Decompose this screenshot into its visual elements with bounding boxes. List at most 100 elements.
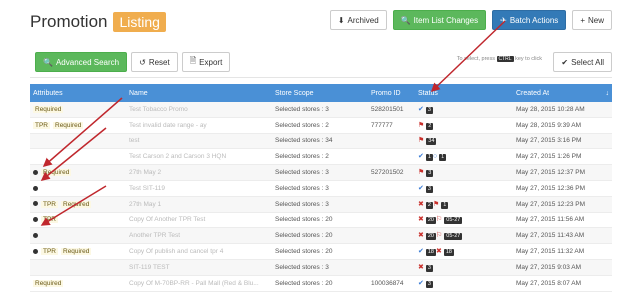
selected-dot-icon (33, 248, 38, 254)
batch-actions-button[interactable]: ✈ Batch Actions (492, 10, 567, 30)
table-row[interactable]: TPR Required Copy Of publish and cancel tp… (30, 243, 612, 260)
archived-label: Archived (347, 15, 379, 25)
status-cell: ✔ 3 (415, 102, 513, 118)
table-row[interactable]: test Selected stores : 34 ⚑ 34 May 27, 2015 … (30, 133, 612, 150)
attributes-cell (30, 133, 126, 150)
table-row[interactable]: Test Carson 2 and Carson 3 HQN Selected s… (30, 148, 612, 166)
advanced-search-button[interactable]: 🔍 Advanced Search (35, 52, 128, 72)
promo-id-cell (368, 180, 415, 197)
count-badge: 2 (425, 201, 433, 209)
store-scope-cell: Selected stores : 34 (272, 133, 368, 150)
created-at-cell: May 27, 2015 3:16 PM (513, 133, 612, 150)
name-cell: Another TPR Test (126, 227, 272, 245)
selected-dot-icon (33, 201, 38, 207)
flag-icon: ⚑ (418, 121, 425, 129)
cross-icon: ✖ (418, 263, 424, 271)
selected-dot-icon (33, 169, 38, 175)
promo-id-cell (368, 212, 415, 229)
send-icon: ✈ (500, 15, 507, 25)
promo-id-cell: 527201502 (368, 164, 415, 181)
divider (30, 77, 612, 78)
count-badge: 1 (439, 154, 447, 162)
advanced-search-label: Advanced Search (55, 57, 120, 67)
archived-button[interactable]: ⬇ Archived (329, 10, 387, 30)
sort-icon[interactable]: ↓ (606, 90, 610, 97)
table-row[interactable]: Required 27th May 2 Selected stores : 3 527… (30, 164, 612, 181)
attribute-tag: Required (53, 121, 84, 129)
attributes-cell: TPR Required (30, 243, 126, 260)
export-label: Export (199, 57, 223, 67)
created-at-cell: May 27, 2015 12:37 PM (513, 164, 612, 181)
search-icon: 🔍 (400, 15, 411, 25)
count-badge: 3 (425, 106, 433, 114)
table-row[interactable]: Test SIT-119 Selected stores : 3 ✔ 3 May 27,… (30, 180, 612, 197)
store-scope-cell: Selected stores : 3 (272, 180, 368, 197)
cross-icon: ✖ (418, 232, 424, 240)
table-row[interactable]: Another TPR Test Selected stores : 20 ✖ 20 ⚐… (30, 227, 612, 245)
count-badge: 1 (425, 154, 433, 162)
count-badge: 3 (425, 185, 433, 193)
selection-hint: To select, press CTRL key to click (457, 56, 542, 62)
promo-id-cell (368, 148, 415, 166)
crossed-flag-icon: ⚐ (436, 216, 443, 224)
check-icon: ✔ (561, 57, 569, 67)
select-all-button[interactable]: ✔ Select All (553, 52, 612, 72)
table-row[interactable]: SIT-119 TEST Selected stores : 3 ✖ 3 May 27,… (30, 259, 612, 276)
store-scope-cell: Selected stores : 3 (272, 102, 368, 118)
attribute-tag: Required (41, 169, 72, 177)
table-row[interactable]: TPR Required Test invalid date range - ay S… (30, 117, 612, 134)
store-scope-cell: Selected stores : 2 (272, 117, 368, 134)
table-row[interactable]: TPR Copy Of Another TPR Test Selected stor… (30, 212, 612, 229)
promo-id-cell (368, 259, 415, 276)
column-header-name[interactable]: Name (126, 84, 272, 102)
attributes-cell (30, 180, 126, 197)
selected-dot-icon (33, 233, 38, 239)
item-list-changes-button[interactable]: 🔍 Item List Changes (392, 10, 487, 30)
status-cell: ⚑ 3 (415, 164, 513, 181)
created-at-cell: May 27, 2015 11:56 AM (513, 212, 612, 229)
circle-icon: ○ (432, 153, 438, 161)
cross-icon: ✖ (418, 200, 424, 208)
name-cell: Copy Of publish and cancel tpr 4 (126, 243, 272, 260)
reset-label: Reset (148, 57, 170, 67)
name-cell: Test Carson 2 and Carson 3 HQN (126, 148, 272, 166)
reset-button[interactable]: ↺ Reset (131, 52, 178, 72)
attributes-cell: Required (30, 102, 126, 118)
flag-icon: ⚑ (418, 169, 425, 177)
check-icon: ✔ (418, 153, 424, 161)
name-cell: Test invalid date range - ay (126, 117, 272, 134)
store-scope-cell: Selected stores : 20 (272, 243, 368, 260)
new-label: New (587, 15, 604, 25)
column-header-created-at[interactable]: Created At ↓ (513, 84, 612, 102)
page-header: Promotion Listing (30, 10, 166, 34)
hint-post: key to click (515, 56, 542, 62)
batch-actions-label: Batch Actions (509, 15, 559, 25)
new-button[interactable]: + New (572, 10, 612, 30)
attributes-cell (30, 259, 126, 276)
search-icon: 🔍 (43, 57, 53, 67)
flag-icon: ⚑ (418, 137, 425, 145)
cross-icon: ✖ (418, 216, 424, 224)
check-icon: ✔ (418, 279, 424, 287)
export-button[interactable]: 🗎 Export (181, 52, 231, 72)
promo-id-cell (368, 196, 415, 213)
selected-dot-icon (33, 185, 38, 191)
name-cell: test (126, 133, 272, 150)
store-scope-cell: Selected stores : 3 (272, 164, 368, 181)
file-icon: 🗎 (189, 56, 197, 65)
column-header-promo-id[interactable]: Promo ID (368, 84, 415, 102)
column-header-store-scope[interactable]: Store Scope (272, 84, 368, 102)
column-header-attributes[interactable]: Attributes (30, 84, 126, 102)
table-row[interactable]: Required Test Tobacco Promo Selected store… (30, 102, 612, 118)
created-at-cell: May 27, 2015 12:36 PM (513, 180, 612, 197)
attributes-cell (30, 227, 126, 245)
attribute-tag: TPR (41, 200, 58, 208)
count-badge: 2 (426, 122, 434, 130)
table-row[interactable]: TPR Required 27th May 1 Selected stores : 3… (30, 196, 612, 213)
column-header-status[interactable]: Status (415, 84, 513, 102)
count-badge: 05-27 (444, 233, 463, 241)
status-cell: ✔ 3 (415, 180, 513, 197)
attributes-cell: Required (30, 164, 126, 181)
attribute-tag: Required (33, 105, 64, 113)
created-at-label: Created At (516, 89, 550, 97)
